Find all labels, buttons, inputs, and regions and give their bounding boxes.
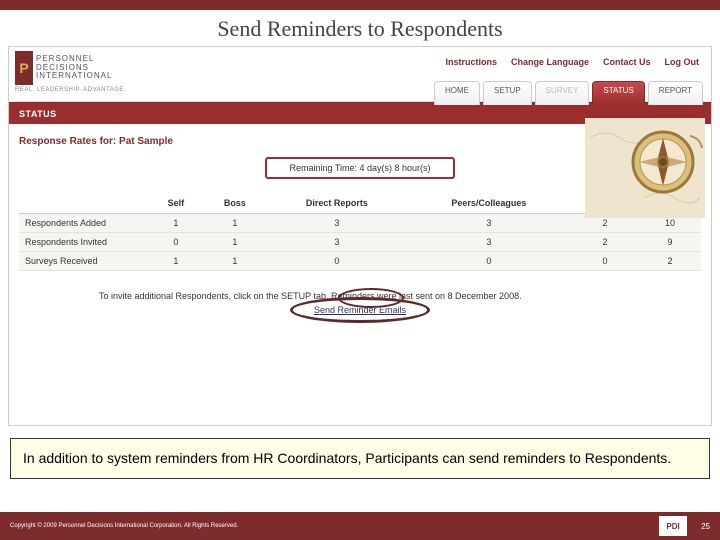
link-instructions[interactable]: Instructions [445, 57, 497, 67]
logo-tagline: REAL. LEADERSHIP. ADVANTAGE. [15, 87, 126, 93]
col-direct-reports: Direct Reports [267, 193, 407, 214]
top-links: Instructions Change Language Contact Us … [445, 51, 705, 67]
tab-row: HOME SETUP SURVEY STATUS REPORT [434, 81, 703, 105]
table-row: Respondents Invited013329 [19, 233, 701, 252]
footer-page-number: 25 [701, 522, 710, 531]
tab-setup[interactable]: SETUP [483, 81, 532, 105]
logo-block: P PERSONNEL DECISIONS INTERNATIONAL REAL… [15, 51, 126, 93]
col-peers: Peers/Colleagues [407, 193, 571, 214]
app-frame: P PERSONNEL DECISIONS INTERNATIONAL REAL… [8, 46, 712, 426]
compass-graphic-icon [585, 118, 705, 218]
link-change-language[interactable]: Change Language [511, 57, 589, 67]
link-contact-us[interactable]: Contact Us [603, 57, 651, 67]
slide-footer: Copyright © 2009 Personnel Decisions Int… [0, 512, 720, 540]
remaining-time-box: Remaining Time: 4 day(s) 8 hour(s) [265, 157, 455, 179]
tab-report[interactable]: REPORT [648, 81, 703, 105]
tab-home[interactable]: HOME [434, 81, 480, 105]
footer-copyright: Copyright © 2009 Personnel Decisions Int… [10, 523, 238, 529]
logo-mark-icon: P [15, 51, 33, 85]
link-log-out[interactable]: Log Out [665, 57, 700, 67]
logo-text: PERSONNEL DECISIONS INTERNATIONAL [36, 55, 112, 80]
col-blank [19, 193, 149, 214]
table-row: Surveys Received110002 [19, 252, 701, 271]
invite-note: To invite additional Respondents, click … [99, 291, 691, 301]
tab-survey[interactable]: SURVEY [535, 81, 590, 105]
col-boss: Boss [203, 193, 267, 214]
slide-top-band [0, 0, 720, 10]
footer-logo-icon: PDI [659, 516, 687, 536]
send-reminder-emails-link[interactable]: Send Reminder Emails [314, 305, 406, 315]
slide-title: Send Reminders to Respondents [0, 16, 720, 42]
tab-status[interactable]: STATUS [592, 81, 644, 105]
section-label: STATUS [19, 109, 57, 119]
instruction-callout: In addition to system reminders from HR … [10, 438, 710, 479]
col-self: Self [149, 193, 203, 214]
